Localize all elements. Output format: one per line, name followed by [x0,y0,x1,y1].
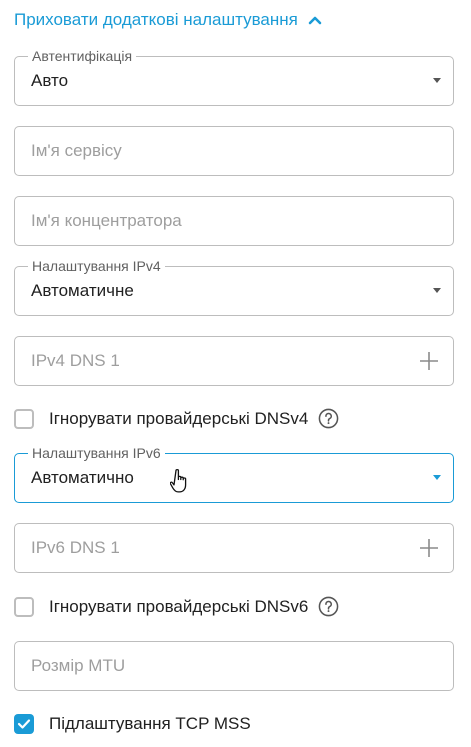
ignore-dnsv6-checkbox-row[interactable]: Ігнорувати провайдерські DNSv6 [14,596,339,617]
tcp-mss-label: Підлаштування TCP MSS [49,714,251,733]
authentication-select[interactable]: Автентифікація Авто [14,47,454,106]
hub-name-input[interactable]: Ім'я концентратора [14,196,454,246]
authentication-value: Авто [31,71,69,90]
ipv4-settings-legend: Налаштування IPv4 [28,257,165,275]
dropdown-arrow-icon [433,78,441,83]
checkmark-icon [17,719,31,729]
ignore-dnsv4-checkbox-row[interactable]: Ігнорувати провайдерські DNSv4 [14,408,339,429]
ipv6-settings-legend: Налаштування IPv6 [28,444,165,462]
plus-icon[interactable] [419,538,439,558]
plus-icon[interactable] [419,351,439,371]
hand-cursor-icon [170,468,187,493]
ipv6-settings-select[interactable]: Налаштування IPv6 Автоматично [14,444,454,503]
ignore-dnsv6-label: Ігнорувати провайдерські DNSv6 [49,596,309,616]
ignore-dnsv4-label: Ігнорувати провайдерські DNSv4 [49,408,309,428]
hide-advanced-settings-link[interactable]: Приховати додаткові налаштування [14,10,322,30]
ipv6-dns-placeholder: IPv6 DNS 1 [31,538,120,557]
ignore-dnsv4-checkbox[interactable] [14,408,34,429]
help-icon[interactable] [318,596,339,617]
ipv4-dns-placeholder: IPv4 DNS 1 [31,351,120,370]
service-name-input[interactable]: Ім'я сервісу [14,126,454,176]
ipv4-settings-value: Автоматичне [31,281,134,300]
ipv4-settings-select[interactable]: Налаштування IPv4 Автоматичне [14,257,454,316]
dropdown-arrow-icon [433,288,441,293]
hide-advanced-settings-label: Приховати додаткові налаштування [14,10,298,29]
ipv6-dns-input[interactable]: IPv6 DNS 1 [14,523,454,573]
chevron-up-icon [308,16,322,25]
help-icon[interactable] [318,408,339,429]
mtu-size-placeholder: Розмір MTU [31,656,126,675]
ipv4-dns-input[interactable]: IPv4 DNS 1 [14,336,454,386]
authentication-legend: Автентифікація [28,47,137,65]
hub-name-placeholder: Ім'я концентратора [31,211,182,230]
service-name-placeholder: Ім'я сервісу [31,141,122,160]
ignore-dnsv6-checkbox[interactable] [14,596,34,617]
tcp-mss-checkbox-row[interactable]: Підлаштування TCP MSS [14,714,251,734]
mtu-size-input[interactable]: Розмір MTU [14,641,454,691]
ipv6-settings-value: Автоматично [31,468,134,487]
tcp-mss-checkbox[interactable] [14,714,34,734]
dropdown-arrow-icon [433,475,441,480]
